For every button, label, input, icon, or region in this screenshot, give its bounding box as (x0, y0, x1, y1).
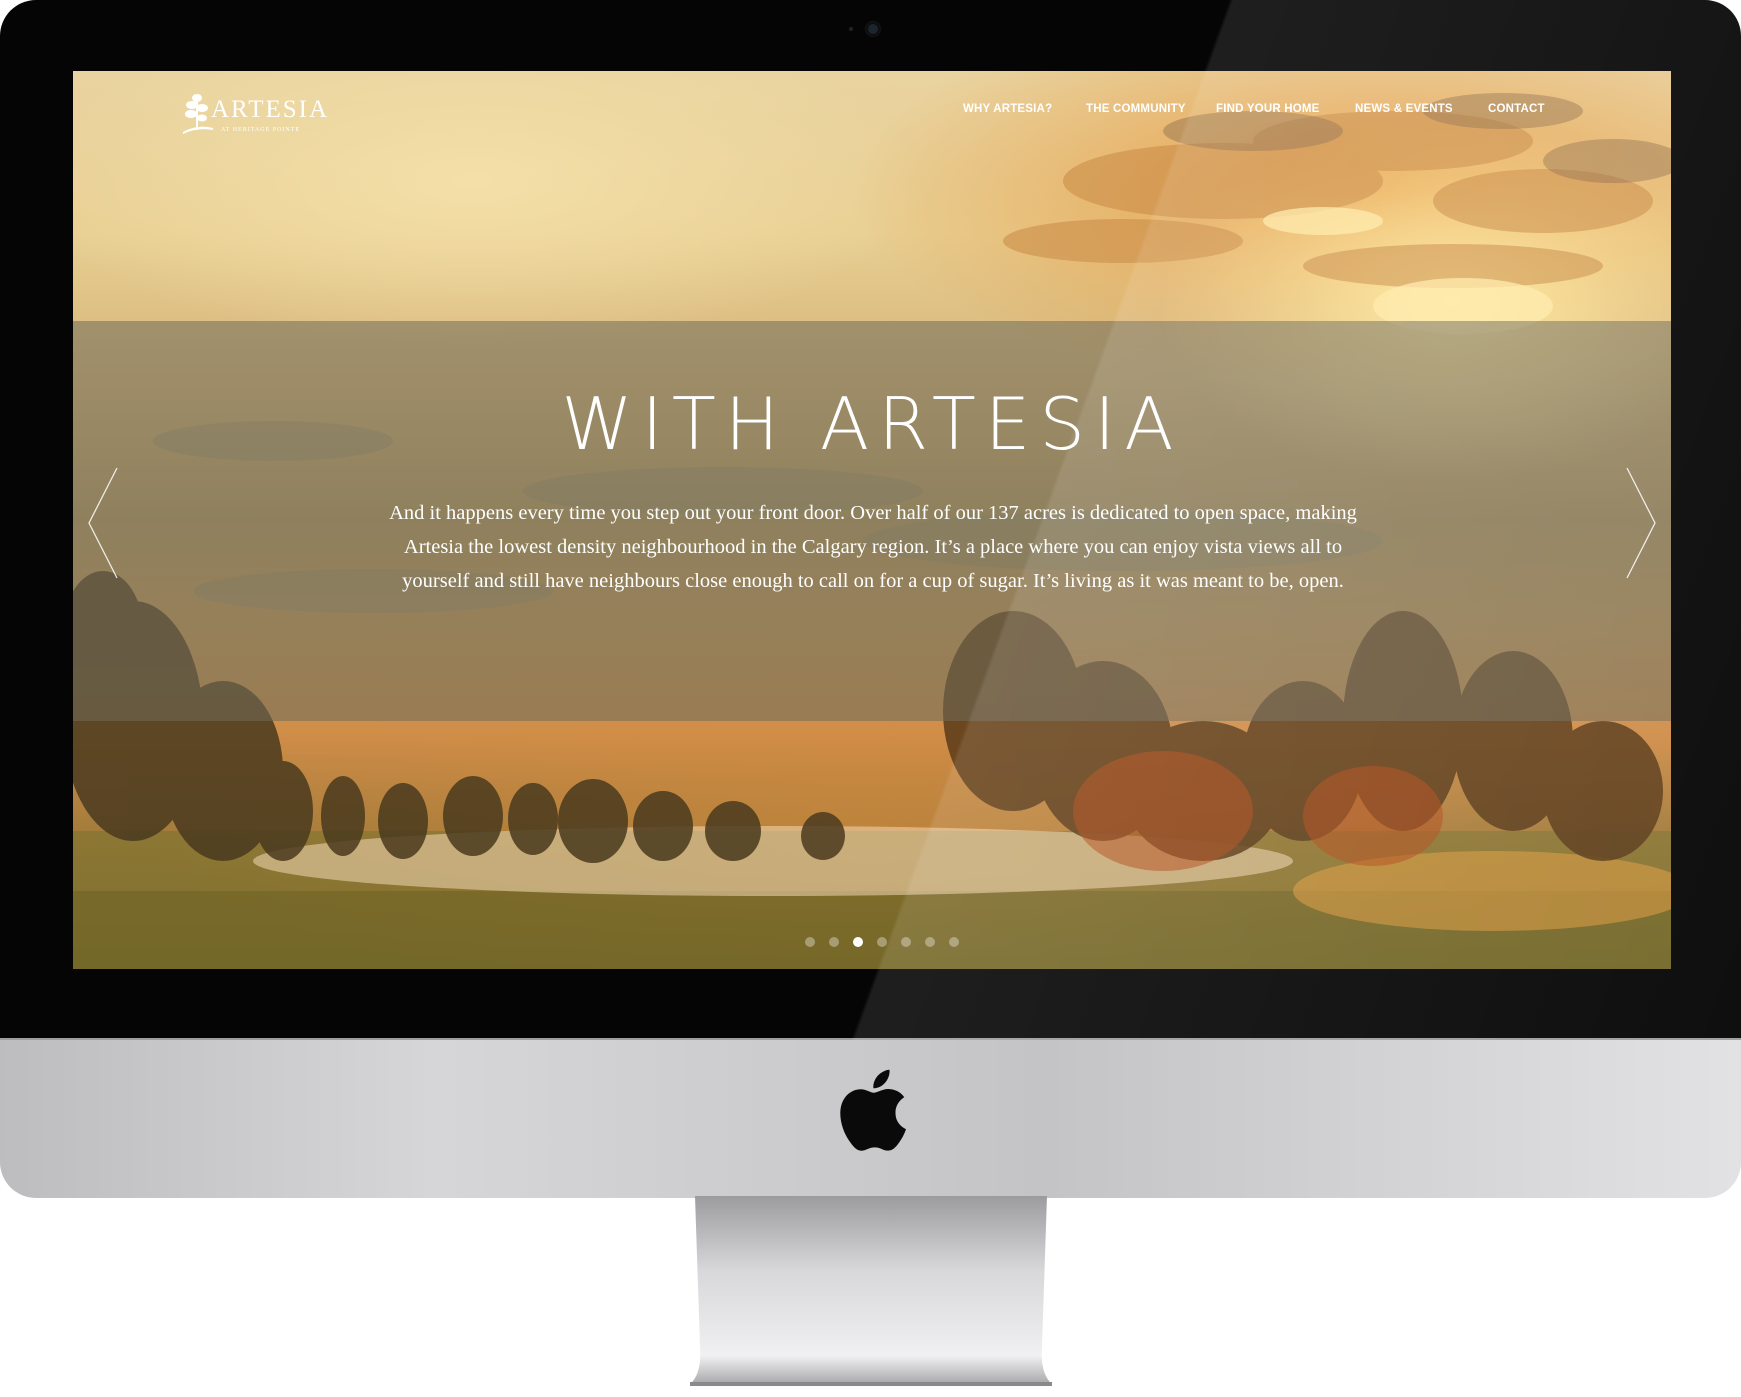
slide-dot[interactable] (805, 937, 815, 947)
site-header: ARTESIA AT HERITAGE POINTE WHY ARTESIA? … (73, 71, 1671, 151)
slide-dot[interactable] (877, 937, 887, 947)
camera-icon (866, 22, 880, 36)
apple-logo-icon (840, 1069, 906, 1151)
hero-paragraph-line: Artesia the lowest density neighbourhood… (403, 536, 1343, 558)
website-screen: ARTESIA AT HERITAGE POINTE WHY ARTESIA? … (73, 71, 1671, 969)
nav-the-community[interactable]: THE COMMUNITY (1086, 103, 1186, 115)
slide-dot[interactable] (901, 937, 911, 947)
slide-dot[interactable] (925, 937, 935, 947)
slide-dot[interactable] (949, 937, 959, 947)
slide-pagination (805, 937, 965, 949)
nav-find-your-home[interactable]: FIND YOUR HOME (1216, 103, 1320, 115)
tree-logo-icon (183, 94, 213, 134)
nav-contact[interactable]: CONTACT (1488, 103, 1545, 115)
hero-paragraph-line: yourself and still have neighbours close… (402, 570, 1344, 592)
artesia-logo[interactable]: ARTESIA AT HERITAGE POINTE (183, 88, 327, 140)
monitor-chin (0, 1038, 1741, 1198)
sensor-dot (849, 27, 853, 31)
hero-paragraph: And it happens every time you step out y… (373, 496, 1373, 598)
chevron-left-icon[interactable] (85, 464, 125, 582)
nav-why-artesia[interactable]: WHY ARTESIA? (963, 103, 1052, 115)
monitor-stand (690, 1196, 1052, 1386)
hero-headline: WITH ARTESIA (561, 382, 1183, 466)
logo-wordmark: ARTESIA (211, 96, 330, 123)
hero-paragraph-line: And it happens every time you step out y… (389, 502, 1357, 524)
monitor-bezel: ARTESIA AT HERITAGE POINTE WHY ARTESIA? … (0, 0, 1741, 1040)
slide-dot[interactable] (853, 937, 863, 947)
nav-news-events[interactable]: NEWS & EVENTS (1355, 103, 1453, 115)
logo-tagline: AT HERITAGE POINTE (221, 127, 301, 133)
slide-dot[interactable] (829, 937, 839, 947)
chevron-right-icon[interactable] (1619, 464, 1659, 582)
hero-text-band: WITH ARTESIA And it happens every time y… (73, 321, 1671, 721)
